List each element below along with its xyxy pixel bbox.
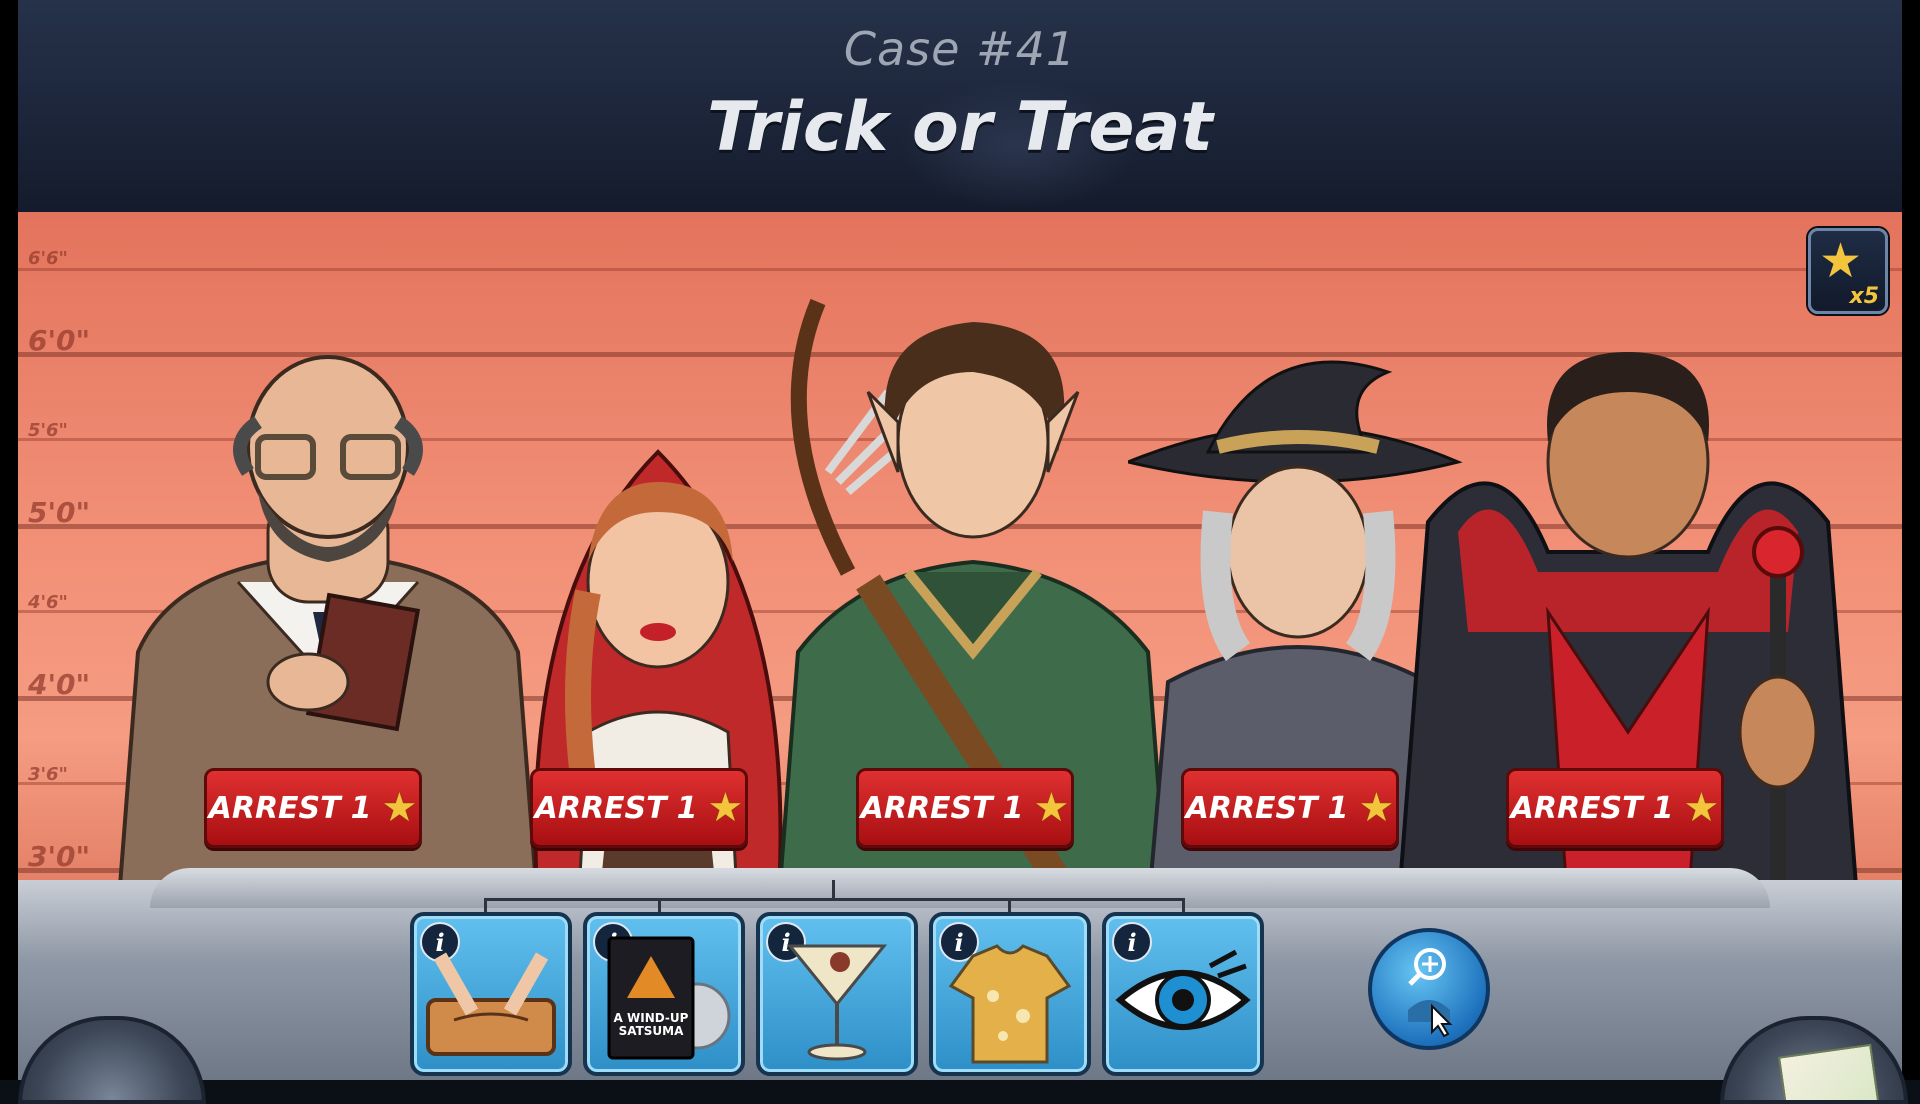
evidence-eye[interactable]: i [1102, 912, 1264, 1076]
arrest-cost: 1 [1652, 790, 1674, 826]
star-multiplier: x5 [1849, 284, 1880, 309]
map-icon [1778, 1043, 1880, 1100]
height-label: 4'6" [28, 592, 68, 613]
star-icon: ★ [381, 785, 418, 831]
arrest-cost: 1 [350, 790, 372, 826]
arrest-cost: 1 [1002, 790, 1024, 826]
dvd-case-icon [607, 936, 731, 1060]
magnifier-icon [1408, 948, 1453, 1038]
arrest-button-archer[interactable]: ARREST 1 ★ [856, 768, 1074, 848]
star-icon: ★ [707, 785, 744, 831]
height-label: 3'0" [28, 840, 91, 873]
lineup-wall: 6'6" 6'0" 5'6" 5'0" 4'6" 4'0" 3'6" 3'0" [18, 212, 1902, 912]
height-label: 5'6" [28, 420, 68, 441]
arrest-label: ARREST [1185, 790, 1318, 826]
martini-glass-icon [786, 944, 888, 1061]
arrest-button-vampire[interactable]: ARREST 1 ★ [1506, 768, 1724, 848]
star-icon: ★ [1358, 785, 1395, 831]
case-number: Case #41 [843, 22, 1077, 76]
dvd-title: A WIND-UP SATSUMA [613, 1011, 689, 1038]
evidence-connector [832, 880, 835, 900]
right-letterbox [1902, 0, 1920, 1080]
star-icon: ★ [1033, 785, 1070, 831]
height-label: 3'6" [28, 764, 68, 785]
evidence-stained-shirt[interactable]: i [929, 912, 1091, 1076]
height-label: 5'0" [28, 496, 91, 529]
arrest-label: ARREST [208, 790, 341, 826]
arrest-button-professor[interactable]: ARREST 1 ★ [204, 768, 422, 848]
arrest-button-witch[interactable]: ARREST 1 ★ [1181, 768, 1399, 848]
eye-icon [1115, 949, 1251, 1030]
evidence-martini-glass[interactable]: i [756, 912, 918, 1076]
left-letterbox [0, 0, 18, 1080]
star-icon: ★ [1819, 233, 1863, 289]
case-header: Case #41 Trick or Treat [18, 0, 1902, 212]
tray-rim [150, 868, 1770, 908]
height-label: 4'0" [28, 668, 91, 701]
height-line [18, 268, 1902, 271]
arrest-label: ARREST [1510, 790, 1643, 826]
arrest-cost: 1 [1327, 790, 1349, 826]
ouija-board-icon [426, 952, 556, 1056]
height-label: 6'0" [28, 324, 91, 357]
star-counter[interactable]: ★ x5 [1808, 228, 1888, 314]
zoom-investigate-button[interactable] [1368, 928, 1490, 1050]
shirt-icon [948, 944, 1072, 1064]
evidence-ouija-board[interactable]: i [410, 912, 572, 1076]
evidence-dvd-case[interactable]: i A WIND-UP SATSUMA [583, 912, 745, 1076]
arrest-label: ARREST [860, 790, 993, 826]
arrest-button-red-riding-hood[interactable]: ARREST 1 ★ [530, 768, 748, 848]
arrest-cost: 1 [676, 790, 698, 826]
height-label: 6'6" [28, 248, 68, 269]
arrest-label: ARREST [534, 790, 667, 826]
star-icon: ★ [1683, 785, 1720, 831]
case-title: Trick or Treat [707, 88, 1213, 167]
